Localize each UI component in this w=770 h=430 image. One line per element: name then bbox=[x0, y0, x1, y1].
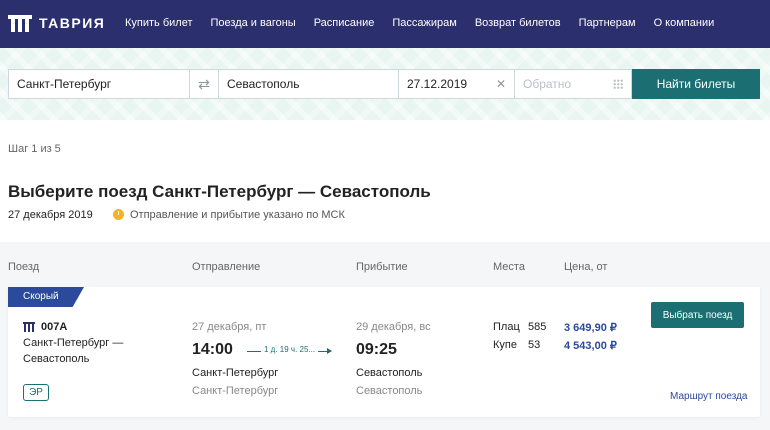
seat-type-kupe: Купе bbox=[493, 339, 517, 351]
from-station-input[interactable]: Санкт-Петербург bbox=[8, 69, 190, 99]
nav-schedule[interactable]: Расписание bbox=[314, 17, 375, 29]
logo-text: ТАВРИЯ bbox=[39, 15, 106, 31]
nav-partners[interactable]: Партнерам bbox=[579, 17, 636, 29]
electronic-registration-badge: ЭР bbox=[23, 384, 49, 401]
swap-stations-button[interactable]: ⇄ bbox=[189, 69, 219, 99]
column-departure: Отправление bbox=[192, 261, 261, 273]
column-arrival: Прибытие bbox=[356, 261, 408, 273]
departure-date: 27 декабря, пт bbox=[192, 321, 267, 333]
step-indicator: Шаг 1 из 5 bbox=[8, 143, 61, 155]
main-nav: Купить билет Поезда и вагоны Расписание … bbox=[125, 17, 732, 29]
site-logo[interactable]: ТАВРИЯ bbox=[8, 13, 105, 33]
timezone-note: Отправление и прибытие указано по МСК bbox=[130, 209, 345, 221]
tavria-logo-icon bbox=[8, 13, 32, 33]
find-tickets-button[interactable]: Найти билеты bbox=[632, 69, 760, 99]
departure-city: Санкт-Петербург bbox=[192, 367, 279, 379]
close-icon[interactable]: ✕ bbox=[496, 77, 506, 91]
train-logo-icon bbox=[23, 322, 35, 333]
arrival-station: Севастополь bbox=[356, 385, 423, 397]
duration-text: 1 д. 19 ч. 25... bbox=[261, 345, 319, 354]
page-header-area bbox=[0, 120, 770, 242]
nav-about[interactable]: О компании bbox=[654, 17, 715, 29]
travel-duration: 1 д. 19 ч. 25... bbox=[247, 345, 332, 357]
nav-passengers[interactable]: Пассажирам bbox=[392, 17, 456, 29]
search-panel: Санкт-Петербург ⇄ Севастополь 27.12.2019… bbox=[0, 48, 770, 120]
nav-buy-ticket[interactable]: Купить билет bbox=[125, 17, 193, 29]
seat-price-kupe: 4 543,00 ₽ bbox=[564, 340, 617, 352]
selected-date: 27 декабря 2019 bbox=[8, 209, 93, 221]
seat-price-platskart: 3 649,90 ₽ bbox=[564, 322, 617, 334]
arrow-right-icon bbox=[327, 348, 332, 354]
departure-time: 14:00 bbox=[192, 341, 233, 358]
to-station-value: Севастополь bbox=[227, 77, 300, 91]
train-route: Санкт-Петербург — Севастополь bbox=[23, 337, 124, 365]
to-station-input[interactable]: Севастополь bbox=[218, 69, 399, 99]
page-title: Выберите поезд Санкт-Петербург — Севасто… bbox=[8, 182, 431, 201]
departure-date-value: 27.12.2019 bbox=[407, 77, 468, 91]
column-seats: Места bbox=[493, 261, 525, 273]
departure-station: Санкт-Петербург bbox=[192, 385, 279, 397]
nav-ticket-return[interactable]: Возврат билетов bbox=[475, 17, 561, 29]
train-number: 007А bbox=[41, 321, 68, 333]
page-bottom bbox=[0, 422, 770, 430]
calendar-icon[interactable] bbox=[613, 79, 623, 89]
return-date-placeholder: Обратно bbox=[523, 77, 572, 91]
column-price: Цена, от bbox=[564, 261, 608, 273]
seat-count-platskart: 585 bbox=[528, 321, 547, 333]
nav-trains-and-cars[interactable]: Поезда и вагоны bbox=[211, 17, 296, 29]
return-date-input[interactable]: Обратно bbox=[514, 69, 632, 99]
clock-icon bbox=[113, 209, 124, 220]
seat-count-kupe: 53 bbox=[528, 339, 541, 351]
arrival-date: 29 декабря, вс bbox=[356, 321, 431, 333]
departure-date-input[interactable]: 27.12.2019 ✕ bbox=[398, 69, 515, 99]
arrival-city: Севастополь bbox=[356, 367, 423, 379]
choose-train-button[interactable]: Выбрать поезд bbox=[651, 302, 744, 328]
from-station-value: Санкт-Петербург bbox=[17, 77, 112, 91]
swap-arrows-icon: ⇄ bbox=[198, 75, 210, 92]
seat-type-platskart: Плац bbox=[493, 321, 520, 333]
train-route-link[interactable]: Маршрут поезда bbox=[670, 391, 747, 402]
top-navigation-bar: ТАВРИЯ Купить билет Поезда и вагоны Расп… bbox=[0, 0, 770, 48]
column-train: Поезд bbox=[8, 261, 40, 273]
arrival-time: 09:25 bbox=[356, 341, 397, 358]
train-category-badge: Скорый bbox=[8, 287, 84, 307]
